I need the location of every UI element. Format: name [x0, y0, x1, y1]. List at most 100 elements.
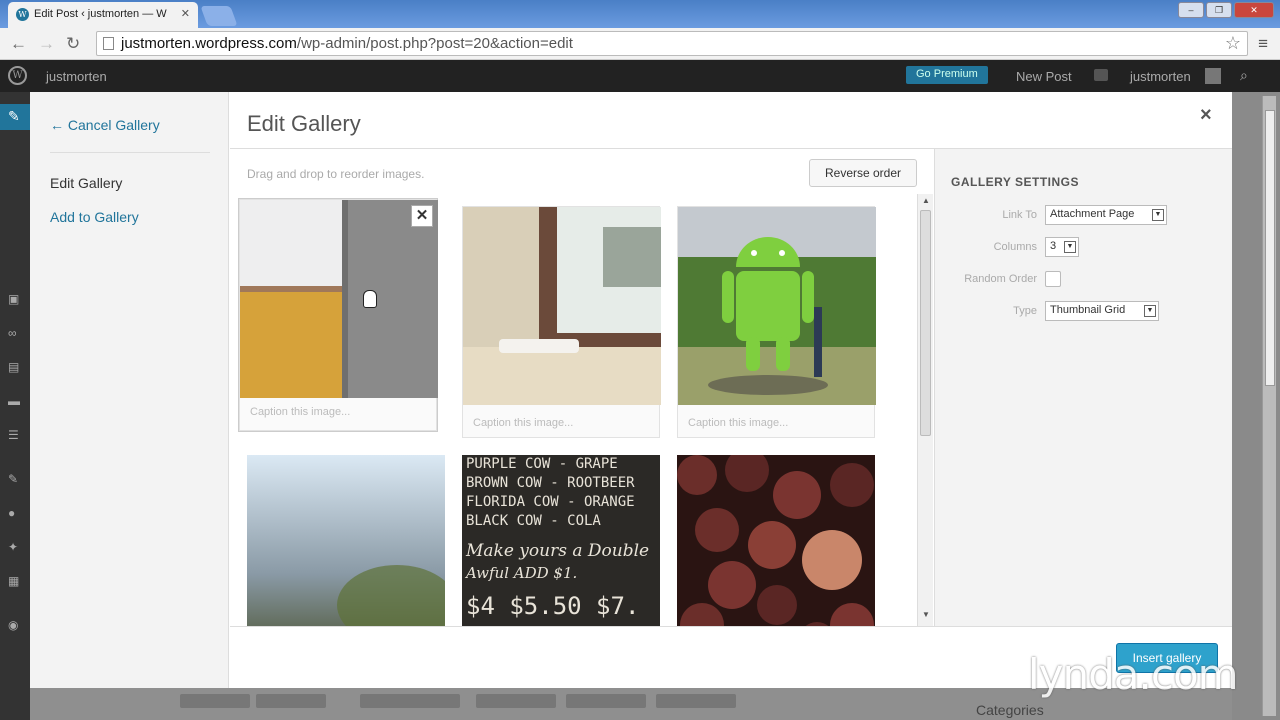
go-premium-button[interactable]: Go Premium [906, 66, 988, 84]
caption-input[interactable]: Caption this image... [473, 417, 573, 429]
tag-chip [180, 694, 250, 708]
forward-arrow-icon[interactable]: → [38, 34, 55, 54]
browser-menu-icon[interactable]: ≡ [1258, 34, 1268, 54]
gallery-content: Drag and drop to reorder images. Reverse… [230, 149, 934, 626]
cancel-gallery-link[interactable]: ← Cancel Gallery [50, 117, 160, 133]
feedback-icon[interactable]: ☰ [8, 428, 24, 442]
columns-label: Columns [993, 241, 1037, 253]
appearance-icon[interactable]: ✎ [8, 472, 24, 486]
menu-item-edit-gallery[interactable]: Edit Gallery [50, 175, 122, 191]
notifications-icon[interactable] [1094, 69, 1108, 81]
categories-heading: Categories [976, 702, 1044, 718]
chalkboard-line: BROWN COW - ROOTBEER [466, 475, 635, 491]
menu-item-add-to-gallery[interactable]: Add to Gallery [50, 209, 139, 225]
gallery-settings-panel: GALLERY SETTINGS Link To Attachment Page… [934, 149, 1232, 626]
posts-pin-icon[interactable]: ✎ [0, 104, 30, 130]
gallery-image-misty-window[interactable] [247, 455, 445, 626]
modal-sidebar-menu: ← Cancel Gallery Edit Gallery Add to Gal… [30, 92, 229, 688]
wordpress-favicon-icon: W [16, 8, 29, 21]
settings-icon[interactable]: ▦ [8, 574, 24, 588]
gallery-item[interactable] [247, 455, 445, 626]
gallery-item[interactable]: Caption this image... [677, 206, 876, 438]
avatar[interactable] [1205, 68, 1221, 84]
maximize-icon[interactable]: ❐ [1206, 2, 1232, 18]
new-post-link[interactable]: New Post [1016, 69, 1072, 84]
type-select[interactable]: Thumbnail Grid ▼ [1045, 301, 1159, 321]
site-name-link[interactable]: justmorten [46, 69, 107, 84]
chalkboard-line: Awful ADD $1. [466, 564, 578, 582]
users-icon[interactable]: ● [8, 506, 24, 520]
tag-chip [360, 694, 460, 708]
chalkboard-line: BLACK COW - COLA [466, 513, 601, 529]
tag-chip [256, 694, 326, 708]
random-order-checkbox[interactable] [1045, 271, 1061, 287]
gallery-settings-heading: GALLERY SETTINGS [951, 175, 1080, 189]
pages-icon[interactable]: ▤ [8, 360, 24, 374]
comments-icon[interactable]: ▬ [8, 394, 24, 408]
caption-input[interactable]: Caption this image... [688, 417, 788, 429]
links-icon[interactable]: ∞ [8, 326, 24, 340]
reverse-order-button[interactable]: Reverse order [809, 159, 917, 187]
user-menu-link[interactable]: justmorten [1130, 69, 1191, 84]
caption-input[interactable]: Caption this image... [250, 406, 350, 418]
chalkboard-line: PURPLE COW - GRAPE [466, 456, 618, 472]
menu-separator [50, 152, 210, 153]
tab-title: Edit Post ‹ justmorten — W [34, 8, 167, 20]
page-scrollbar[interactable] [1262, 96, 1276, 716]
link-to-value: Attachment Page [1050, 208, 1135, 220]
gallery-image-window-sill[interactable] [463, 207, 661, 405]
search-icon[interactable]: ⌕ [1240, 67, 1248, 84]
link-to-select[interactable]: Attachment Page ▼ [1045, 205, 1167, 225]
gallery-scrollbar-thumb[interactable] [920, 210, 931, 436]
remove-image-icon[interactable]: ✕ [411, 205, 433, 227]
gallery-item[interactable] [677, 455, 875, 626]
chalkboard-line: FLORIDA COW - ORANGE [466, 494, 635, 510]
chalkboard-line: Make yours a Double [466, 541, 650, 561]
gallery-item[interactable]: PURPLE COW - GRAPE BROWN COW - ROOTBEER … [462, 455, 660, 626]
gallery-item[interactable]: ✕ Caption this image... [239, 199, 438, 431]
collapse-icon[interactable]: ◉ [8, 618, 24, 632]
scroll-up-icon[interactable]: ▲ [922, 196, 930, 205]
scroll-down-icon[interactable]: ▼ [922, 610, 930, 619]
wp-admin-sidebar: ✎ ▣ ∞ ▤ ▬ ☰ ✎ ● ✦ ▦ ◉ [0, 92, 30, 720]
media-icon[interactable]: ▣ [8, 292, 24, 306]
type-value: Thumbnail Grid [1050, 304, 1126, 316]
wp-admin-bar: W justmorten Go Premium New Post justmor… [0, 60, 1280, 92]
window-close-icon[interactable]: ✕ [1234, 2, 1274, 18]
gallery-image-chalkboard-menu[interactable]: PURPLE COW - GRAPE BROWN COW - ROOTBEER … [462, 455, 660, 626]
gallery-image-android-statue[interactable] [678, 207, 876, 405]
type-label: Type [1013, 305, 1037, 317]
address-bar[interactable]: justmorten.wordpress.com/wp-admin/post.p… [96, 31, 1248, 56]
chalkboard-line: $4 $5.50 $7. [466, 592, 640, 620]
reorder-hint: Drag and drop to reorder images. [247, 167, 425, 181]
gallery-image-wall-corner[interactable] [240, 200, 438, 398]
lynda-watermark: lynda.com [1028, 650, 1239, 699]
minimize-icon[interactable]: – [1178, 2, 1204, 18]
chevron-down-icon: ▼ [1064, 241, 1076, 253]
tools-icon[interactable]: ✦ [8, 540, 24, 554]
gallery-image-grapes[interactable] [677, 455, 875, 626]
reload-icon[interactable]: ↻ [66, 34, 80, 54]
window-controls: – ❐ ✕ [1178, 2, 1274, 18]
tag-chip [656, 694, 736, 708]
back-arrow-icon[interactable]: ← [10, 34, 27, 54]
close-icon[interactable]: × [1200, 104, 1212, 127]
columns-select[interactable]: 3 ▼ [1045, 237, 1079, 257]
tab-close-icon[interactable]: ✕ [181, 7, 190, 20]
new-tab-button[interactable] [200, 6, 238, 26]
wordpress-logo-icon[interactable]: W [8, 66, 27, 85]
bookmark-star-icon[interactable]: ☆ [1225, 33, 1241, 54]
gallery-scrollbar[interactable]: ▲ ▼ [917, 194, 933, 626]
link-to-label: Link To [1002, 209, 1037, 221]
page-icon [103, 37, 114, 50]
modal-title: Edit Gallery [247, 111, 361, 136]
url-host: justmorten.wordpress.com [121, 35, 297, 52]
gallery-item[interactable]: Caption this image... [462, 206, 661, 438]
random-order-label: Random Order [964, 273, 1037, 285]
browser-tab[interactable]: W Edit Post ‹ justmorten — W ✕ [8, 2, 198, 28]
page-scrollbar-thumb[interactable] [1265, 110, 1275, 386]
chevron-down-icon: ▼ [1152, 209, 1164, 221]
hand-cursor-icon [363, 290, 377, 308]
columns-value: 3 [1050, 240, 1057, 252]
url-path: /wp-admin/post.php?post=20&action=edit [296, 35, 573, 52]
